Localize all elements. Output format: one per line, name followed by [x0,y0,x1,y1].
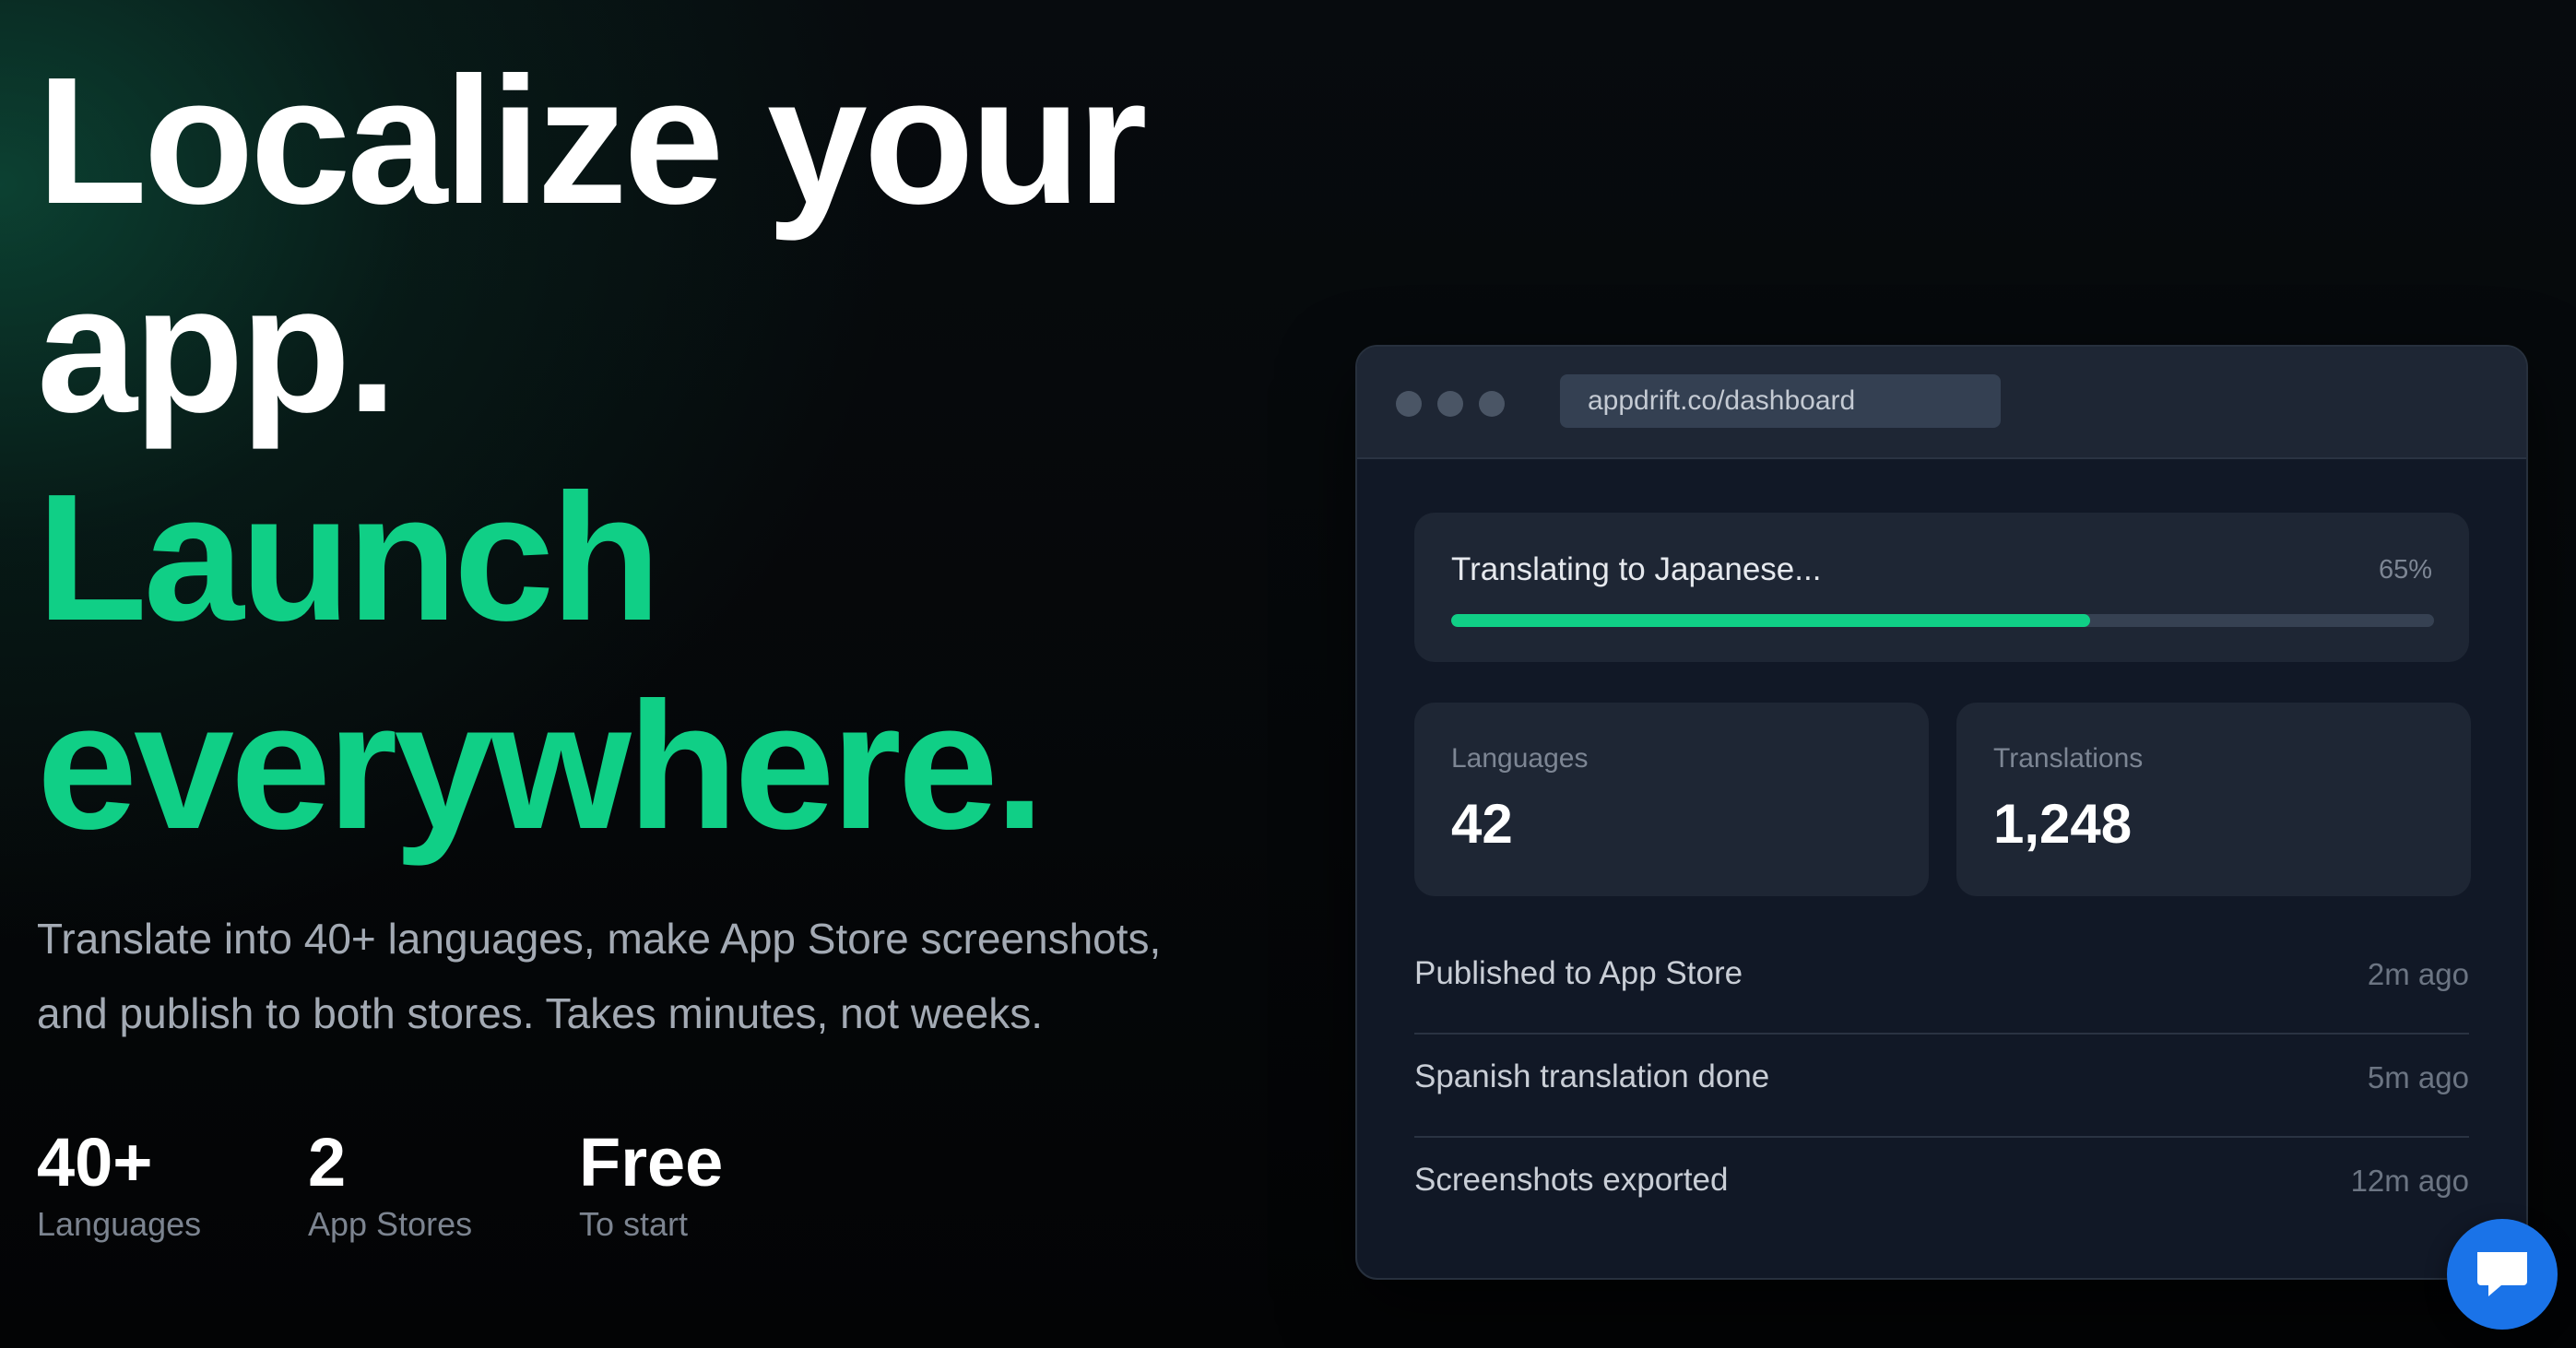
hero-subcopy: Translate into 40+ languages, make App S… [37,902,1309,1051]
headline-line-1: Localize your [37,40,1148,242]
progress-percent: 65% [2378,555,2432,585]
subcopy-line-1: Translate into 40+ languages, make App S… [37,915,1162,963]
metric-value: 42 [1451,793,1513,855]
headline-line-2: app. [37,248,397,450]
hero-headline: Localize your app. Launch everywhere. [37,37,1309,870]
chat-bubble-icon [2477,1252,2527,1296]
dashboard-preview-window: appdrift.co/dashboard Translating to Jap… [1355,345,2528,1280]
stat-label: To start [579,1205,689,1243]
list-item: Spanish translation done 5m ago [1414,1035,2469,1138]
headline-line-3: Launch [37,456,661,658]
activity-text: Screenshots exported [1414,1162,1729,1198]
activity-time: 2m ago [2367,957,2469,991]
progress-bar [1451,614,2434,627]
activity-time: 12m ago [2350,1164,2469,1198]
window-titlebar: appdrift.co/dashboard [1357,347,2526,459]
metric-card-languages: Languages 42 [1414,703,1929,896]
window-dot-icon [1479,391,1505,417]
window-dot-icon [1437,391,1463,417]
progress-bar-fill [1451,614,2090,627]
activity-text: Published to App Store [1414,955,1743,991]
stat-app-stores: 2 App Stores [308,1123,579,1245]
activity-list: Published to App Store 2m ago Spanish tr… [1414,931,2469,1241]
metric-label: Languages [1451,743,1589,774]
progress-label: Translating to Japanese... [1451,551,1822,587]
list-item: Published to App Store 2m ago [1414,931,2469,1035]
subcopy-line-2: and publish to both stores. Takes minute… [37,989,1043,1037]
metric-value: 1,248 [1993,793,2133,855]
activity-text: Spanish translation done [1414,1058,1770,1094]
url-bar: appdrift.co/dashboard [1560,374,2001,428]
stat-free: Free To start [579,1123,850,1245]
chat-launcher-button[interactable] [2447,1219,2558,1330]
stat-languages: 40+ Languages [37,1123,308,1245]
window-dot-icon [1396,391,1422,417]
translation-progress-card: Translating to Japanese... 65% [1414,513,2469,662]
stat-value: Free [579,1124,724,1200]
headline-line-4: everywhere. [37,665,1045,867]
stat-value: 2 [308,1124,347,1200]
list-item: Screenshots exported 12m ago [1414,1138,2469,1241]
metric-card-translations: Translations 1,248 [1956,703,2471,896]
hero-stats: 40+ Languages 2 App Stores Free To start [37,1123,850,1245]
stat-label: Languages [37,1205,202,1243]
stat-value: 40+ [37,1124,153,1200]
metric-label: Translations [1993,743,2144,774]
hero-section: Localize your app. Launch everywhere. [37,37,1309,870]
stat-label: App Stores [308,1205,473,1243]
activity-time: 5m ago [2367,1060,2469,1094]
